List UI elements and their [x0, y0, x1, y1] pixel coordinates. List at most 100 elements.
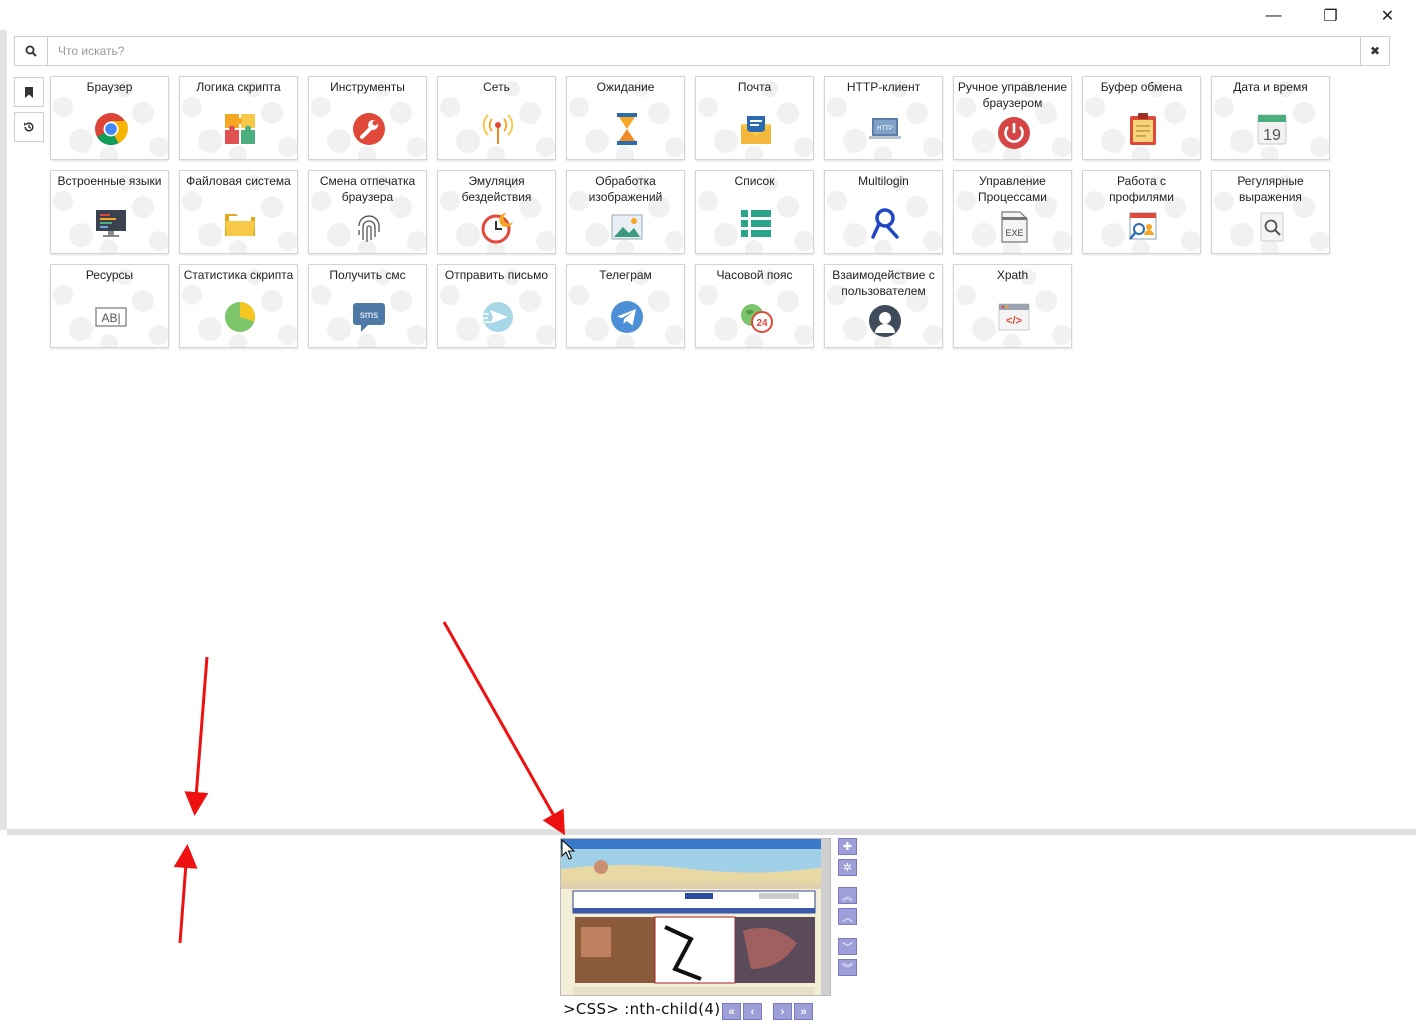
- tile-browser-fingerprint[interactable]: Смена отпечатка браузера: [308, 170, 427, 254]
- window-controls: — ❐ ✕: [1245, 0, 1416, 32]
- chevron-right-icon: ›: [780, 1005, 785, 1018]
- tile-tools[interactable]: Инструменты: [308, 76, 427, 160]
- telegram-icon: [609, 299, 645, 335]
- tile-label: HTTP-клиент: [846, 80, 921, 94]
- fit-icon: ✚: [842, 841, 853, 853]
- last-sibling-button[interactable]: »: [794, 1003, 813, 1020]
- search-bar: ✖: [14, 36, 1390, 66]
- restore-icon: ❐: [1323, 8, 1338, 25]
- minimize-icon: —: [1265, 7, 1282, 24]
- tile-label: Управление Процессами: [977, 174, 1047, 204]
- double-chevron-left-icon: «: [728, 1005, 735, 1018]
- mouse-cursor-icon: [561, 839, 576, 860]
- antenna-icon: [480, 111, 516, 147]
- tile-script-logic[interactable]: Логика скрипта: [179, 76, 298, 160]
- tile-label: Часовой пояс: [716, 268, 793, 282]
- select-parent-first-button[interactable]: ︽: [838, 887, 857, 904]
- first-sibling-button[interactable]: «: [722, 1003, 741, 1020]
- tile-list[interactable]: Список: [695, 170, 814, 254]
- css-selector-text: >CSS> :nth-child(4): [563, 1000, 721, 1018]
- tile-network[interactable]: Сеть: [437, 76, 556, 160]
- tile-resources[interactable]: Ресурсы AB|: [50, 264, 169, 348]
- xpath-badge: </>: [1006, 315, 1022, 327]
- web-page-thumbnail: [561, 839, 823, 995]
- double-chevron-up-icon: ︽: [842, 890, 853, 903]
- arrow-down: [184, 656, 209, 816]
- fingerprint-icon: [351, 209, 387, 245]
- tile-label: Работа с профилями: [1109, 174, 1174, 204]
- select-child-button[interactable]: ﹀: [838, 938, 857, 955]
- wrench-icon: [351, 111, 387, 147]
- pie-chart-icon: [222, 299, 258, 335]
- search-icon: [25, 45, 37, 57]
- minimize-button[interactable]: —: [1245, 0, 1302, 32]
- mail-icon: [738, 111, 774, 147]
- tile-label: Логика скрипта: [196, 80, 281, 94]
- timezone-icon: 24: [738, 299, 774, 335]
- select-child-last-button[interactable]: ︾: [838, 959, 857, 976]
- tile-date-time[interactable]: Дата и время 19: [1211, 76, 1330, 160]
- tile-multilogin[interactable]: Multilogin: [824, 170, 943, 254]
- http-laptop-icon: HTTP: [867, 111, 903, 147]
- exe-label: EXE: [1005, 228, 1023, 238]
- preview-scrollbar[interactable]: [821, 839, 830, 995]
- tile-script-stats[interactable]: Статистика скрипта: [179, 264, 298, 348]
- tile-label: Сеть: [483, 80, 510, 94]
- search-input[interactable]: [48, 37, 1360, 65]
- tile-timezone[interactable]: Часовой пояс 24: [695, 264, 814, 348]
- tile-file-system[interactable]: Файловая система: [179, 170, 298, 254]
- tile-clipboard[interactable]: Буфер обмена: [1082, 76, 1201, 160]
- power-icon: [996, 115, 1032, 151]
- tile-manual-browser-control[interactable]: Ручное управление браузером: [953, 76, 1072, 160]
- tile-user-interaction[interactable]: Взаимодействие с пользователем: [824, 264, 943, 348]
- tile-label: Ожидание: [596, 80, 655, 94]
- tile-http-client[interactable]: HTTP-клиент HTTP: [824, 76, 943, 160]
- monitor-code-icon: [93, 205, 129, 241]
- tile-process-management[interactable]: Управление Процессами EXE: [953, 170, 1072, 254]
- tile-waiting[interactable]: Ожидание: [566, 76, 685, 160]
- next-sibling-button[interactable]: ›: [773, 1003, 792, 1020]
- tile-idle-emulation[interactable]: Эмуляция бездействия: [437, 170, 556, 254]
- tile-label: Почта: [737, 80, 772, 94]
- select-parent-button[interactable]: ︿: [838, 908, 857, 925]
- tile-embedded-languages[interactable]: Встроенные языки: [50, 170, 169, 254]
- fit-preview-button[interactable]: ✚: [838, 838, 857, 855]
- tile-label: Ручное управление браузером: [957, 80, 1068, 110]
- tile-label: Взаимодействие с пользователем: [832, 268, 935, 298]
- chrome-icon: [93, 111, 129, 147]
- tile-image-processing[interactable]: Обработка изображений: [566, 170, 685, 254]
- tile-browser[interactable]: Браузер: [50, 76, 169, 160]
- search-button[interactable]: [15, 37, 48, 65]
- clipboard-icon: [1125, 111, 1161, 147]
- multilogin-icon: [867, 205, 903, 241]
- list-icon: [738, 205, 774, 241]
- tile-profiles[interactable]: Работа с профилями: [1082, 170, 1201, 254]
- sms-icon: sms: [351, 299, 387, 335]
- tile-regex[interactable]: Регулярные выражения: [1211, 170, 1330, 254]
- chevron-left-icon: ‹: [750, 1005, 755, 1018]
- profile-search-icon: [1125, 209, 1161, 245]
- tile-telegram[interactable]: Телеграм: [566, 264, 685, 348]
- tile-label: Обработка изображений: [588, 174, 663, 204]
- maximize-button[interactable]: ❐: [1302, 0, 1359, 32]
- tile-mail[interactable]: Почта: [695, 76, 814, 160]
- history-button[interactable]: [14, 112, 44, 142]
- close-button[interactable]: ✕: [1359, 0, 1416, 32]
- settings-button[interactable]: ✲: [838, 859, 857, 876]
- clear-search-button[interactable]: ✖: [1360, 37, 1389, 65]
- image-icon: [609, 209, 645, 245]
- tile-label: Список: [734, 174, 775, 188]
- bookmark-button[interactable]: [14, 77, 44, 107]
- tile-send-mail[interactable]: Отправить письмо: [437, 264, 556, 348]
- close-icon: ✕: [1380, 8, 1395, 25]
- text-resource-icon: AB|: [93, 299, 129, 335]
- clear-icon: ✖: [1369, 44, 1381, 58]
- tile-label: Xpath: [996, 268, 1029, 282]
- user-icon: [867, 303, 903, 339]
- chevron-up-icon: ︿: [842, 911, 853, 924]
- tile-xpath[interactable]: Xpath </>: [953, 264, 1072, 348]
- folder-icon: [222, 205, 258, 241]
- tile-get-sms[interactable]: Получить смс sms: [308, 264, 427, 348]
- prev-sibling-button[interactable]: ‹: [743, 1003, 762, 1020]
- panel-splitter[interactable]: [7, 829, 1416, 835]
